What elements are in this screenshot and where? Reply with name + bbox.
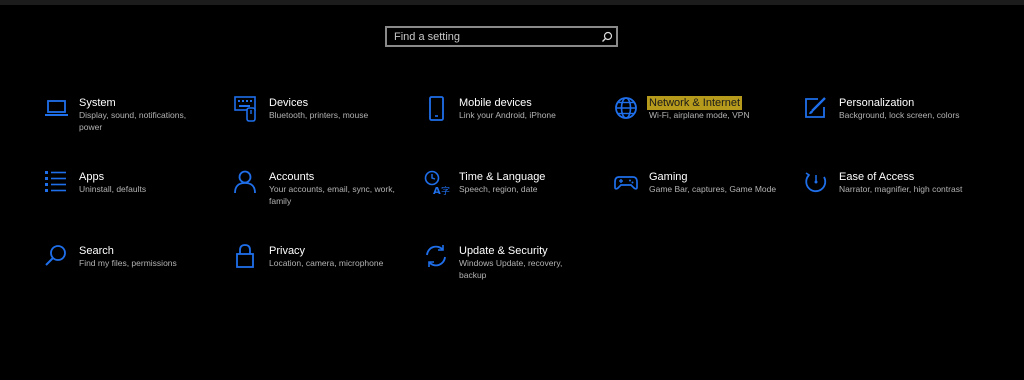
window-top-bar [0,0,1024,5]
tile-update-security[interactable]: Update & Security Windows Update, recove… [424,244,604,304]
tile-devices[interactable]: Devices Bluetooth, printers, mouse [234,96,414,156]
tile-description: Wi-Fi, airplane mode, VPN [649,110,750,120]
lock-icon [234,244,260,270]
globe-icon [614,96,640,122]
tile-description: Link your Android, iPhone [459,110,556,120]
search-input[interactable] [387,28,598,45]
phone-icon [424,96,450,122]
laptop-icon [44,96,70,122]
tile-search[interactable]: Search Find my files, permissions [44,244,224,304]
tile-description: Bluetooth, printers, mouse [269,110,369,120]
tile-title: Ease of Access [839,171,915,183]
tile-apps[interactable]: Apps Uninstall, defaults [44,170,224,230]
keyboard-icon [234,96,260,122]
ease-of-access-icon [804,170,830,196]
tile-title-highlighted: Network & Internet [647,96,743,110]
apps-list-icon [44,170,70,196]
svg-text:A: A [433,186,441,196]
tile-title: Devices [269,97,309,109]
tile-description: Uninstall, defaults [79,184,147,194]
tile-title: Personalization [839,97,915,109]
tile-mobile-devices[interactable]: Mobile devices Link your Android, iPhone [424,96,604,156]
tile-title: Apps [79,171,105,183]
svg-text:字: 字 [441,185,450,196]
tile-accounts[interactable]: Accounts Your accounts, email, sync, wor… [234,170,414,230]
tile-gaming[interactable]: Gaming Game Bar, captures, Game Mode [614,170,794,230]
tile-description: Background, lock screen, colors [839,110,960,120]
tile-title: Time & Language [459,171,546,183]
tile-system[interactable]: System Display, sound, notifications, po… [44,96,224,156]
tile-description: Speech, region, date [459,184,538,194]
magnifier-icon [44,244,70,270]
person-icon [234,170,260,196]
tile-title: Update & Security [459,245,548,257]
tile-title: Privacy [269,245,306,257]
tile-title: System [79,97,116,109]
tile-description: Narrator, magnifier, high contrast [839,184,963,194]
tile-personalization[interactable]: Personalization Background, lock screen,… [804,96,984,156]
tile-description: Display, sound, notifications, power [79,110,187,132]
tile-title: Accounts [269,171,315,183]
find-a-setting-search[interactable] [385,26,618,47]
tile-title: Search [79,245,114,257]
gamepad-icon [614,170,640,196]
tile-network-internet[interactable]: Network & Internet Wi-Fi, airplane mode,… [614,96,794,156]
tile-time-language[interactable]: A字 Time & Language Speech, region, date [424,170,604,230]
tile-description: Location, camera, microphone [269,258,384,268]
tile-description: Find my files, permissions [79,258,177,268]
sync-icon [424,244,450,270]
tile-title: Gaming [649,171,688,183]
paint-brush-icon [804,96,830,122]
tile-description: Windows Update, recovery, backup [459,258,563,280]
tile-description: Your accounts, email, sync, work, family [269,184,395,206]
tile-description: Game Bar, captures, Game Mode [649,184,777,194]
time-language-icon: A字 [424,170,450,196]
tile-ease-of-access[interactable]: Ease of Access Narrator, magnifier, high… [804,170,984,230]
tile-title: Mobile devices [459,97,532,109]
tile-privacy[interactable]: Privacy Location, camera, microphone [234,244,414,304]
search-icon[interactable] [598,28,616,45]
